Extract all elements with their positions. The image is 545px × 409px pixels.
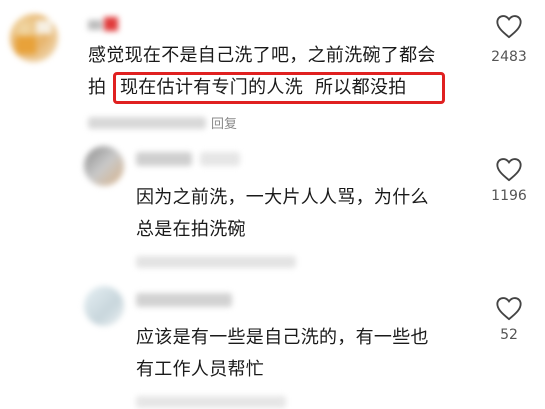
heart-outline-icon[interactable] [495, 156, 523, 182]
avatar[interactable] [84, 286, 124, 326]
like-count: 2483 [491, 49, 527, 65]
comment-meta [136, 256, 296, 268]
username[interactable] [136, 293, 232, 307]
comment-text-line: 总是在拍洗碗 [136, 219, 246, 240]
highlighted-text: 现在估计有专门的人洗 所以都没拍 [120, 77, 407, 98]
comment-meta [136, 396, 286, 408]
username-extra [200, 152, 240, 166]
comment-text-line: 有工作人员帮忙 [136, 359, 265, 380]
avatar[interactable] [84, 146, 124, 186]
comment-text-line: 因为之前洗，一大片人人骂，为什么 [136, 187, 429, 208]
username[interactable] [88, 17, 122, 33]
username[interactable] [136, 152, 192, 166]
like-count: 52 [500, 327, 518, 343]
like-count: 1196 [491, 188, 527, 204]
heart-outline-icon[interactable] [495, 13, 523, 39]
comment-text-line: 感觉现在不是自己洗了吧，之前洗碗了都会 [88, 45, 436, 66]
comment-timestamp [88, 117, 206, 129]
avatar[interactable] [10, 14, 58, 62]
comment-text-line: 应该是有一些是自己洗的，有一些也 [136, 327, 429, 348]
comment-text-line: 拍 [88, 77, 107, 98]
reply-button[interactable]: 回复 [211, 113, 237, 132]
heart-outline-icon[interactable] [495, 295, 523, 321]
